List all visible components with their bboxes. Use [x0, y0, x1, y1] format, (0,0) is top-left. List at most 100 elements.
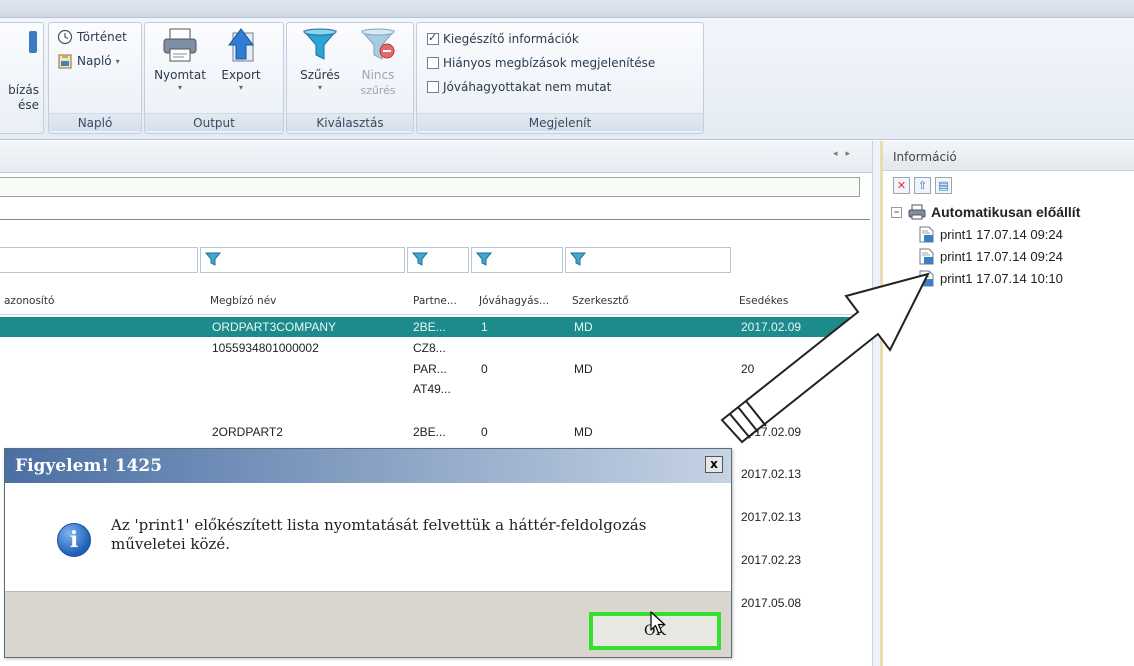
dialog-titlebar: Figyelem! 1425 x — [5, 449, 731, 483]
cell-partner: 2BE... — [413, 425, 446, 439]
cell-esedekes: 2017.05.08 — [741, 596, 802, 610]
filter-cell-szerkeszto[interactable] — [565, 247, 731, 273]
cell-szerkeszto: MD — [574, 320, 593, 334]
tree-root[interactable]: − Automatikusan előállít — [891, 201, 1080, 223]
tree-items: print1 17.07.14 09:24 print1 17.07.14 09:… — [891, 223, 1080, 289]
column-header-megbizo[interactable]: Megbízó név — [210, 295, 276, 307]
ribbon-group-kivalasztas: Szűrés ▾ Nincs szűrés Kiválasztás — [286, 22, 414, 134]
printer-icon — [908, 204, 926, 220]
filter-icon[interactable] — [412, 252, 428, 266]
column-header-szerkeszto[interactable]: Szerkesztő — [572, 295, 629, 307]
tortenet-label: Történet — [77, 30, 127, 44]
tortenet-button[interactable]: Történet — [57, 29, 127, 45]
clear-filter-icon — [360, 28, 396, 60]
nincs-szures-label: szűrés — [360, 84, 396, 97]
upload-icon[interactable]: ⇧ — [914, 177, 931, 194]
column-header-esedekes[interactable]: Esedékes — [739, 295, 788, 307]
kivalasztas-group-label: Kiválasztás — [287, 113, 413, 131]
partial-label-2: ése — [17, 98, 39, 112]
partial-button[interactable]: bízás ése — [1, 31, 39, 113]
hianyos-checkbox[interactable]: Hiányos megbízások megjelenítése — [427, 56, 655, 70]
cell-partner: 2BE... — [413, 320, 446, 334]
filter-icon[interactable] — [570, 252, 586, 266]
filter-icon — [302, 28, 338, 60]
jovahagyott-checkbox[interactable]: Jóváhagyottakat nem mutat — [427, 80, 611, 94]
document-export-icon[interactable]: ▤ — [935, 177, 952, 194]
close-icon[interactable]: x — [705, 456, 723, 473]
info-panel-title: Információ — [883, 141, 1134, 171]
kiegeszito-label: Kiegészítő információk — [443, 32, 579, 46]
jovahagyott-label: Jóváhagyottakat nem mutat — [443, 80, 612, 94]
export-button[interactable]: Export ▾ — [211, 25, 271, 93]
column-header-azonosito[interactable]: azonosító — [4, 295, 54, 307]
filter-cell-partner[interactable] — [407, 247, 469, 273]
vertical-scrollbar[interactable] — [872, 141, 880, 666]
column-header-row: azonosító Megbízó név Partne... Jóváhagy… — [0, 289, 870, 315]
filter-icon[interactable] — [476, 252, 492, 266]
tree-item-label: print1 17.07.14 09:24 — [940, 248, 1063, 264]
ribbon-group-megjelenit: Kiegészítő információk Hiányos megbízáso… — [416, 22, 704, 134]
cell-partner: AT49... — [413, 382, 451, 396]
table-row[interactable]: 2ORDPART2 2BE... 0 MD 2017.02.09 — [0, 422, 870, 442]
delete-icon[interactable]: ✕ — [893, 177, 910, 194]
log-book-icon — [58, 54, 72, 69]
naplo-label: Napló — [77, 54, 112, 68]
column-header-partner[interactable]: Partne... — [413, 295, 468, 307]
filter-cell-azonosito[interactable] — [0, 247, 198, 273]
cell-esedekes: 2017.02.13 — [741, 510, 802, 524]
dialog-body: i Az 'print1' előkészített lista nyomtat… — [5, 483, 731, 591]
cell-jovahagyas: 1 — [481, 320, 488, 334]
table-row[interactable]: 1055934801000002 CZ8... — [0, 338, 870, 358]
ribbon: bízás ése Történet Napló ▾ Napló Nyomtat… — [0, 0, 1134, 140]
cell-szerkeszto: MD — [574, 425, 593, 439]
filter-cell-megbizo[interactable] — [200, 247, 405, 273]
szures-button[interactable]: Szűrés ▾ — [291, 25, 349, 93]
cell-megbizo: 1055934801000002 — [212, 341, 319, 355]
export-label: Export — [221, 68, 261, 82]
dialog-message: Az 'print1' előkészített lista nyomtatás… — [111, 516, 647, 553]
checkbox-unchecked[interactable] — [427, 81, 439, 93]
nyomtat-button[interactable]: Nyomtat ▾ — [149, 25, 211, 93]
chevron-down-icon: ▾ — [317, 83, 322, 92]
megjelenit-group-label: Megjelenít — [417, 113, 703, 131]
table-row[interactable]: ORDPART3COMPANY 2BE... 1 MD 2017.02.09 — [0, 317, 870, 337]
naplo-dropdown-button[interactable]: Napló ▾ — [57, 53, 120, 69]
tree-item[interactable]: print1 17.07.14 09:24 — [891, 223, 1080, 245]
filter-icon[interactable] — [205, 252, 221, 266]
info-panel: Információ ✕ ⇧ ▤ − Automatikusan előállí… — [880, 141, 1134, 666]
info-icon: i — [57, 523, 91, 557]
mouse-cursor-icon — [650, 611, 666, 634]
nincs-szures-button[interactable]: Nincs szűrés — [349, 25, 407, 98]
cell-megbizo: ORDPART3COMPANY — [212, 320, 337, 334]
cell-esedekes: 2017.02.09 — [741, 320, 802, 334]
tree-item[interactable]: print1 17.07.14 09:24 — [891, 245, 1080, 267]
print-job-icon — [919, 226, 934, 242]
collapse-icon[interactable]: − — [891, 206, 902, 218]
checkbox-unchecked[interactable] — [427, 57, 439, 69]
table-row[interactable]: AT49... — [0, 379, 870, 399]
kiegeszito-checkbox[interactable]: Kiegészítő információk — [427, 31, 579, 46]
nincs-label: Nincs — [361, 68, 395, 82]
column-header-jovahagyas[interactable]: Jóváhagyás... — [479, 295, 563, 307]
alert-dialog: Figyelem! 1425 x i Az 'print1' előkészít… — [4, 448, 732, 658]
printer-icon — [163, 28, 197, 62]
tab-scroll-arrows[interactable]: ◂▸ — [833, 149, 858, 159]
table-row[interactable]: PAR... 0 MD 20 — [0, 359, 870, 379]
tree-root-label: Automatikusan előállít — [931, 204, 1081, 220]
ribbon-tab-strip — [0, 0, 1134, 18]
ribbon-group-output: Nyomtat ▾ Export ▾ Output — [144, 22, 284, 134]
cell-partner: PAR... — [413, 362, 447, 376]
chevron-down-icon: ▾ — [177, 83, 182, 92]
document-tab-bar: ◂▸ — [0, 141, 880, 173]
nyomtat-label: Nyomtat — [154, 68, 206, 82]
cell-esedekes: 2017.02.23 — [741, 553, 802, 567]
cell-esedekes: 2017.02.13 — [741, 467, 802, 481]
hianyos-label: Hiányos megbízások megjelenítése — [443, 56, 656, 70]
cell-jovahagyas: 0 — [481, 362, 488, 376]
filter-cell-jovahagyas[interactable] — [471, 247, 563, 273]
checkbox-checked[interactable] — [427, 31, 439, 45]
tree-item[interactable]: print1 17.07.14 10:10 — [891, 267, 1080, 289]
print-job-icon — [919, 270, 934, 286]
info-toolbar: ✕ ⇧ ▤ — [893, 177, 952, 194]
tree-item-label: print1 17.07.14 10:10 — [940, 270, 1063, 286]
